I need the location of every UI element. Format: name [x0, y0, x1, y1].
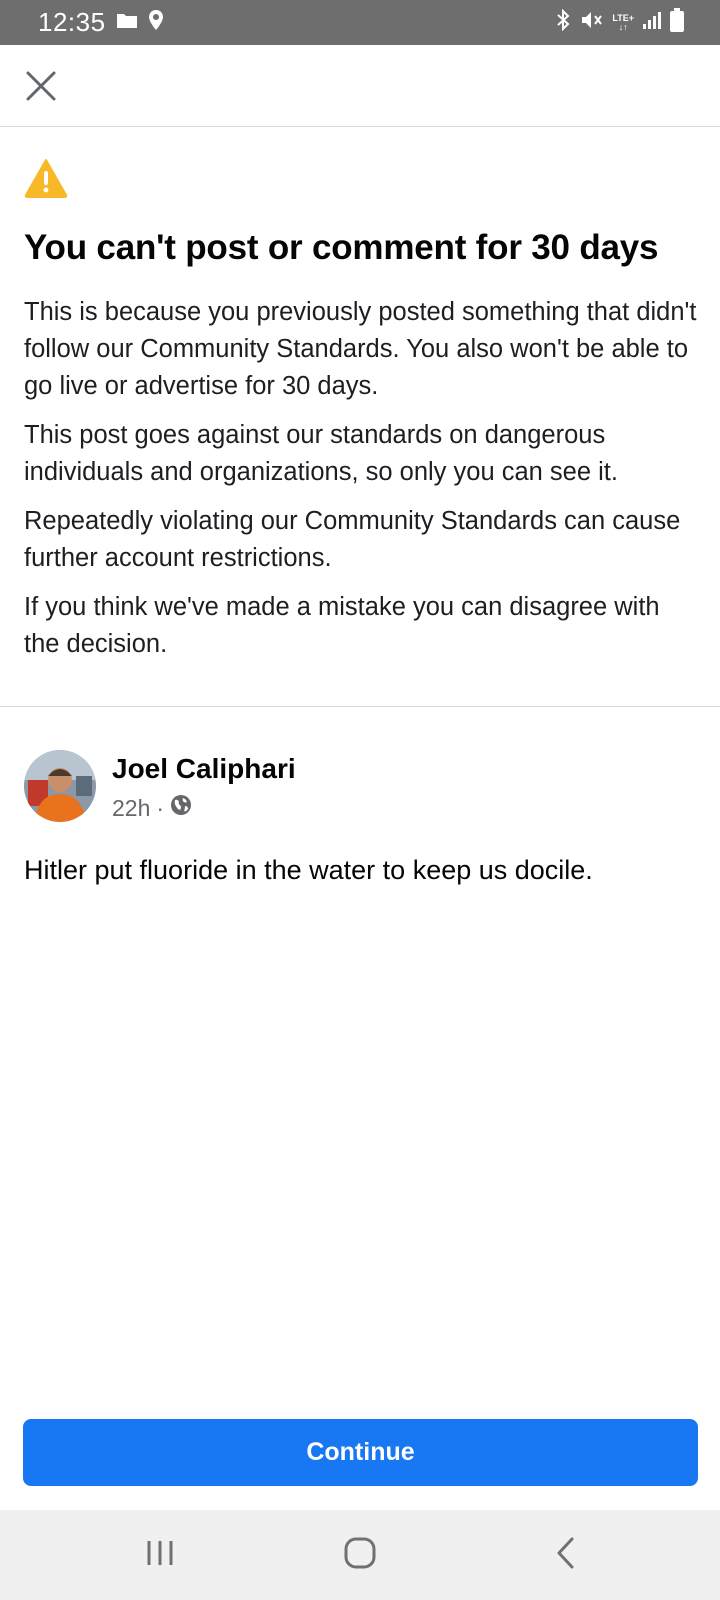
post-time[interactable]: 22h: [112, 795, 150, 822]
network-type-label: LTE+ ↓↑: [612, 12, 634, 32]
divider: [0, 706, 720, 707]
status-bar: 12:35 LTE+ ↓↑: [0, 0, 720, 45]
notice-title: You can't post or comment for 30 days: [24, 228, 659, 267]
post-text: Hitler put fluoride in the water to keep…: [24, 855, 593, 885]
home-icon: [343, 1536, 377, 1575]
mute-icon: [580, 9, 604, 36]
top-bar: [0, 45, 720, 127]
warning-icon: [24, 158, 700, 198]
close-button[interactable]: [20, 67, 62, 109]
restriction-notice: You can't post or comment for 30 days Th…: [24, 158, 700, 663]
recents-button[interactable]: [100, 1510, 220, 1600]
back-icon: [554, 1536, 578, 1575]
status-time: 12:35: [38, 7, 106, 37]
back-button[interactable]: [506, 1510, 626, 1600]
meta-separator: ·: [156, 794, 165, 821]
avatar[interactable]: [24, 750, 96, 822]
notice-paragraph: This is because you previously posted so…: [24, 298, 697, 400]
battery-icon: [670, 8, 684, 37]
close-icon: [25, 70, 57, 107]
post-header: Joel Caliphari 22h ·: [24, 750, 296, 822]
notice-paragraph: Repeatedly violating our Community Stand…: [24, 507, 681, 572]
recents-icon: [145, 1538, 175, 1573]
post-author[interactable]: Joel Caliphari: [112, 752, 296, 786]
post-meta: 22h ·: [112, 794, 296, 822]
continue-button[interactable]: Continue: [23, 1419, 698, 1486]
home-button[interactable]: [300, 1510, 420, 1600]
bluetooth-icon: [554, 8, 572, 36]
notice-paragraph: If you think we've made a mistake you ca…: [24, 593, 660, 658]
signal-icon: [642, 10, 662, 35]
location-icon: [148, 9, 164, 36]
navigation-bar: [0, 1510, 720, 1600]
folder-icon: [116, 11, 138, 34]
globe-icon: [170, 794, 192, 822]
notice-paragraph: This post goes against our standards on …: [24, 421, 618, 486]
